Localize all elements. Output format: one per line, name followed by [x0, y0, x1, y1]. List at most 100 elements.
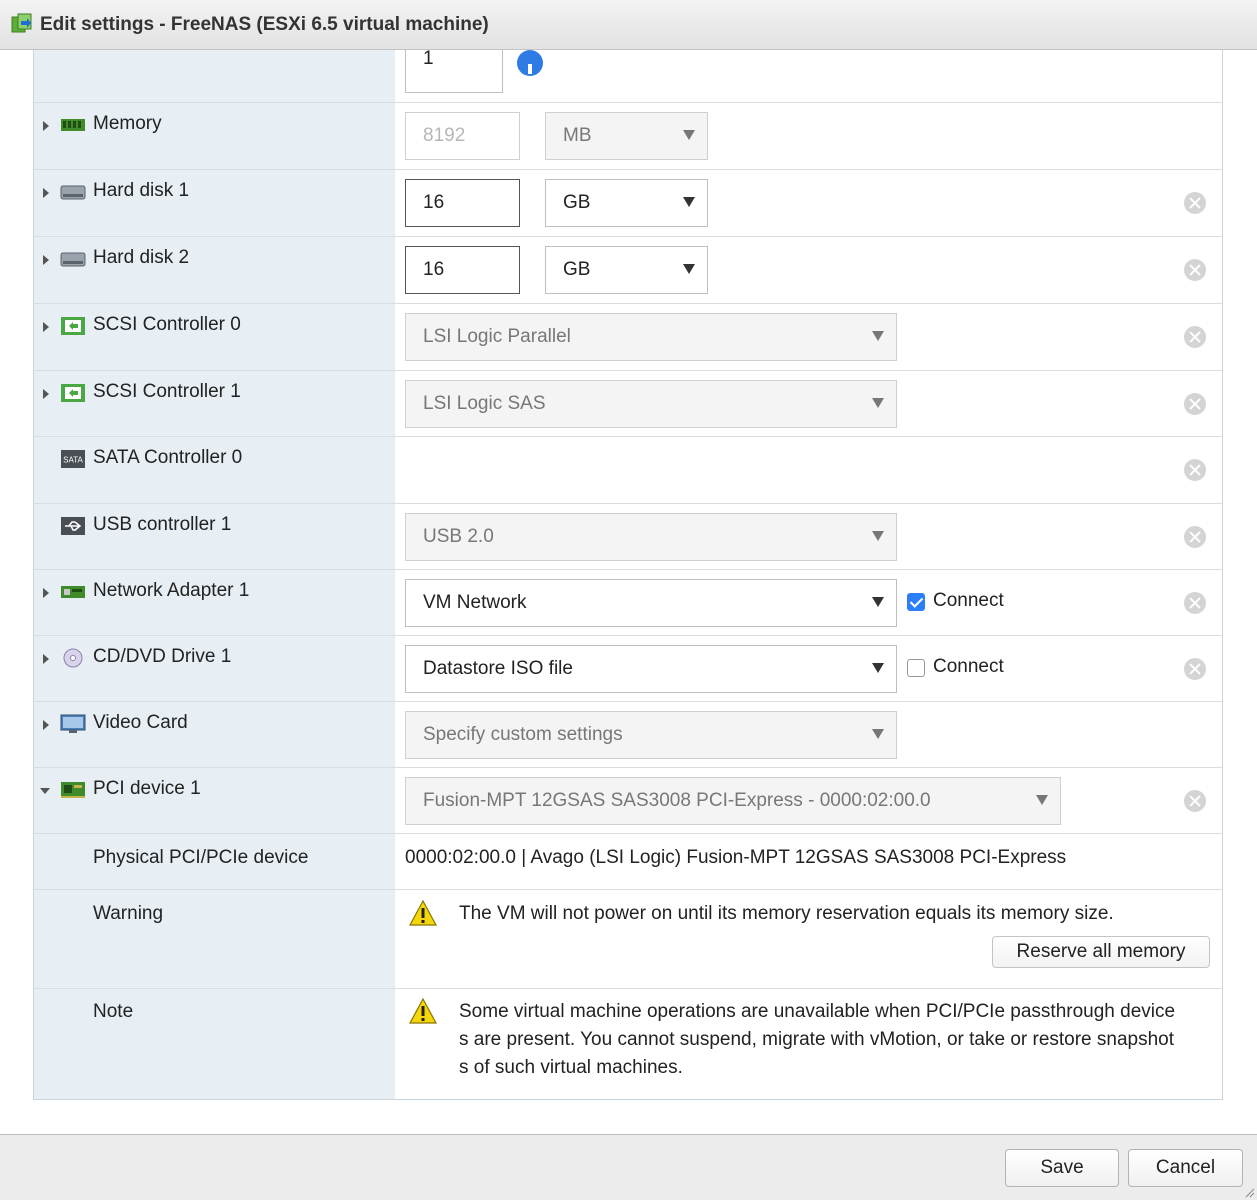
resize-grip-icon[interactable] [1245, 1188, 1255, 1198]
expand-icon[interactable] [43, 389, 49, 399]
chevron-down-icon [683, 130, 695, 140]
monitor-icon [60, 714, 86, 733]
warning-icon [409, 900, 437, 926]
note-text-line-2: s are present. You cannot suspend, migra… [459, 1029, 1175, 1050]
note-text-line-1: Some virtual machine operations are unav… [459, 1001, 1176, 1022]
dialog-footer: Save Cancel [0, 1134, 1257, 1200]
remove-hard-disk-1-icon[interactable] [1184, 192, 1206, 214]
partial-select[interactable]: 1 [405, 50, 503, 93]
warning-text: The VM will not power on until its memor… [459, 903, 1114, 924]
remove-network-adapter-1-icon[interactable] [1184, 592, 1206, 614]
info-icon[interactable] [517, 50, 543, 76]
network-adapter-1-label: Network Adapter 1 [93, 580, 250, 601]
row-scsi-controller-0: SCSI Controller 0 LSI Logic Parallel [34, 304, 1222, 371]
collapse-icon[interactable] [40, 788, 50, 794]
hard-disk-1-unit-select[interactable]: GB [545, 179, 708, 227]
chevron-down-icon [872, 398, 884, 408]
scsi-controller-icon [61, 317, 85, 335]
scsi-controller-icon [61, 384, 85, 402]
chevron-down-icon [872, 663, 884, 673]
warning-icon [409, 998, 437, 1024]
video-card-select[interactable]: Specify custom settings [405, 711, 897, 759]
expand-icon[interactable] [43, 121, 49, 131]
cddvd-drive-1-label: CD/DVD Drive 1 [93, 646, 232, 667]
expand-icon[interactable] [43, 322, 49, 332]
pci-device-1-select[interactable]: Fusion-MPT 12GSAS SAS3008 PCI-Express - … [405, 777, 1061, 825]
row-memory: Memory 8192 MB [34, 103, 1222, 170]
row-physical-pci: Physical PCI/PCIe device 0000:02:00.0 | … [34, 834, 1222, 890]
note-text-line-3: s of such virtual machines. [459, 1057, 683, 1078]
cddvd-connect-label[interactable]: Connect [933, 656, 1004, 678]
row-scsi-controller-1: SCSI Controller 1 LSI Logic SAS [34, 371, 1222, 437]
chevron-down-icon [872, 597, 884, 607]
dialog-title: Edit settings - FreeNAS (ESXi 6.5 virtua… [40, 14, 489, 35]
expand-icon[interactable] [43, 654, 49, 664]
settings-content: 1 Memory 8192 MB Hard disk 1 16 GB Hard … [0, 50, 1257, 1134]
remove-pci-device-1-icon[interactable] [1184, 790, 1206, 812]
usb-controller-1-select[interactable]: USB 2.0 [405, 513, 897, 561]
chevron-down-icon [872, 331, 884, 341]
remove-hard-disk-2-icon[interactable] [1184, 259, 1206, 281]
chevron-down-icon [683, 197, 695, 207]
row-warning: Warning The VM will not power on until i… [34, 890, 1222, 989]
remove-cddvd-drive-1-icon[interactable] [1184, 658, 1206, 680]
memory-icon [61, 119, 85, 131]
physical-pci-label: Physical PCI/PCIe device [93, 847, 309, 868]
pci-device-1-label: PCI device 1 [93, 778, 201, 799]
network-adapter-icon [61, 586, 85, 598]
network-connect-label[interactable]: Connect [933, 590, 1004, 612]
chevron-down-icon [683, 264, 695, 274]
cddvd-drive-1-select[interactable]: Datastore ISO file [405, 645, 897, 693]
row-note: Note Some virtual machine operations are… [34, 989, 1222, 1100]
memory-size-input[interactable]: 8192 [405, 112, 520, 160]
usb-controller-1-label: USB controller 1 [93, 514, 232, 535]
sata-controller-icon: SATA [61, 450, 85, 468]
memory-unit-select[interactable]: MB [545, 112, 708, 160]
cd-dvd-icon [63, 648, 83, 668]
cancel-button[interactable]: Cancel [1128, 1149, 1243, 1187]
sata-controller-0-label: SATA Controller 0 [93, 447, 243, 468]
row-sata-controller-0: SATA SATA Controller 0 [34, 437, 1222, 504]
remove-sata-controller-0-icon[interactable] [1184, 459, 1206, 481]
physical-pci-value: 0000:02:00.0 | Avago (LSI Logic) Fusion-… [405, 847, 1067, 868]
memory-label: Memory [93, 113, 162, 134]
network-connect-checkbox[interactable] [907, 593, 925, 611]
scsi-controller-1-select[interactable]: LSI Logic SAS [405, 380, 897, 428]
vm-edit-icon [11, 13, 32, 33]
row-video-card: Video Card Specify custom settings [34, 702, 1222, 768]
chevron-down-icon [872, 531, 884, 541]
chevron-down-icon [1036, 795, 1048, 805]
hard-disk-icon [60, 252, 86, 267]
pci-device-icon [61, 782, 85, 798]
row-usb-controller-1: USB controller 1 USB 2.0 [34, 504, 1222, 570]
save-button[interactable]: Save [1005, 1149, 1119, 1187]
remove-usb-controller-1-icon[interactable] [1184, 526, 1206, 548]
row-hard-disk-1: Hard disk 1 16 GB [34, 170, 1222, 237]
row-cddvd-drive-1: CD/DVD Drive 1 Datastore ISO file Connec… [34, 636, 1222, 702]
scsi-controller-1-label: SCSI Controller 1 [93, 381, 241, 402]
row-network-adapter-1: Network Adapter 1 VM Network Connect [34, 570, 1222, 636]
expand-icon[interactable] [43, 720, 49, 730]
scsi-controller-0-label: SCSI Controller 0 [93, 314, 241, 335]
dialog-titlebar: Edit settings - FreeNAS (ESXi 6.5 virtua… [0, 0, 1257, 50]
hard-disk-1-label: Hard disk 1 [93, 180, 190, 201]
remove-scsi-controller-0-icon[interactable] [1184, 326, 1206, 348]
hard-disk-1-size-input[interactable]: 16 [405, 179, 520, 227]
expand-icon[interactable] [43, 188, 49, 198]
network-adapter-1-select[interactable]: VM Network [405, 579, 897, 627]
warning-label: Warning [93, 903, 164, 924]
chevron-down-icon [872, 729, 884, 739]
row-hard-disk-2: Hard disk 2 16 GB [34, 237, 1222, 304]
hard-disk-icon [60, 185, 86, 200]
expand-icon[interactable] [43, 255, 49, 265]
expand-icon[interactable] [43, 588, 49, 598]
reserve-all-memory-button[interactable]: Reserve all memory [992, 936, 1210, 968]
hard-disk-2-size-input[interactable]: 16 [405, 246, 520, 294]
note-label: Note [93, 1001, 134, 1022]
cddvd-connect-checkbox[interactable] [907, 659, 925, 677]
scsi-controller-0-select[interactable]: LSI Logic Parallel [405, 313, 897, 361]
partial-row: 1 [34, 50, 1222, 103]
svg-text:SATA: SATA [63, 456, 83, 465]
hard-disk-2-unit-select[interactable]: GB [545, 246, 708, 294]
remove-scsi-controller-1-icon[interactable] [1184, 393, 1206, 415]
